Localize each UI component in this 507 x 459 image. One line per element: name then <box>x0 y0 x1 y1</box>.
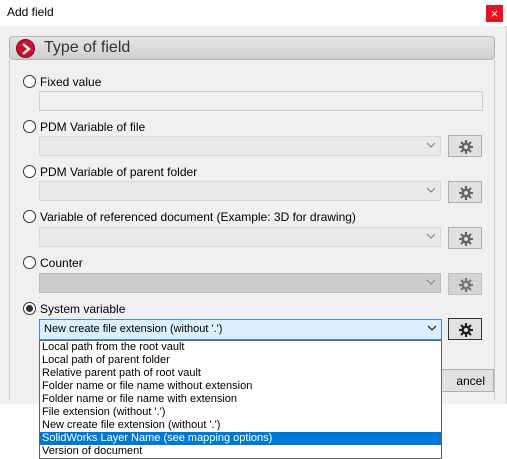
dropdown-item[interactable]: Folder name or file name with extension <box>40 393 441 406</box>
gear-icon <box>459 232 473 246</box>
close-icon: × <box>490 6 499 21</box>
option-label-variable-referenced-document: Variable of referenced document (Example… <box>40 210 356 224</box>
pdm-variable-file-settings-button[interactable] <box>448 135 482 157</box>
option-label-pdm-variable-file: PDM Variable of file <box>40 120 146 134</box>
radio-pdm-variable-parent-folder[interactable] <box>23 165 36 178</box>
option-label-pdm-variable-parent-folder: PDM Variable of parent folder <box>40 165 198 179</box>
counter-settings-button[interactable] <box>448 273 482 295</box>
chevron-right-icon <box>16 39 35 58</box>
gear-icon <box>459 278 473 292</box>
dropdown-item[interactable]: File extension (without '.') <box>40 406 441 419</box>
pdm-variable-parent-folder-settings-button[interactable] <box>448 181 482 203</box>
option-label-counter: Counter <box>40 256 83 270</box>
pdm-variable-parent-folder-dropdown[interactable] <box>39 181 441 201</box>
chevron-down-icon <box>426 233 436 239</box>
counter-dropdown[interactable] <box>39 273 441 293</box>
system-variable-settings-button[interactable] <box>448 318 482 340</box>
gear-icon <box>459 323 473 337</box>
pdm-variable-file-dropdown[interactable] <box>39 136 441 156</box>
dropdown-item[interactable]: Version of document <box>40 445 441 458</box>
chevron-down-icon <box>427 325 437 331</box>
group-title: Type of field <box>44 39 131 56</box>
dropdown-item[interactable]: Local path from the root vault <box>40 341 441 354</box>
radio-fixed-value[interactable] <box>23 75 36 88</box>
close-button[interactable]: × <box>486 5 503 22</box>
variable-referenced-document-settings-button[interactable] <box>448 227 482 249</box>
chevron-down-icon <box>426 279 436 285</box>
window-title: Add field <box>7 5 54 19</box>
dropdown-item[interactable]: Folder name or file name without extensi… <box>40 380 441 393</box>
cancel-button[interactable]: ancel <box>434 369 494 392</box>
radio-pdm-variable-file[interactable] <box>23 120 36 133</box>
dropdown-item-highlighted[interactable]: SolidWorks Layer Name (see mapping optio… <box>40 432 441 445</box>
radio-system-variable[interactable] <box>23 302 36 315</box>
gear-icon <box>459 186 473 200</box>
fixed-value-input[interactable] <box>39 91 483 111</box>
group-header: Type of field <box>9 36 495 60</box>
gear-icon <box>459 140 473 154</box>
system-variable-dropdown[interactable]: New create file extension (without '.') <box>39 319 442 340</box>
cancel-label: ancel <box>456 374 485 388</box>
chevron-down-icon <box>426 187 436 193</box>
option-label-system-variable: System variable <box>40 302 126 316</box>
dropdown-item[interactable]: New create file extension (without '.') <box>40 419 441 432</box>
radio-variable-referenced-document[interactable] <box>23 210 36 223</box>
title-bar: Add field × <box>0 0 507 26</box>
chevron-down-icon <box>426 142 436 148</box>
system-variable-dropdown-list: Local path from the root vault Local pat… <box>39 340 442 459</box>
radio-counter[interactable] <box>23 256 36 269</box>
system-variable-value: New create file extension (without '.') <box>44 323 223 335</box>
dropdown-item[interactable]: Local path of parent folder <box>40 354 441 367</box>
option-label-fixed-value: Fixed value <box>40 75 102 89</box>
variable-referenced-document-dropdown[interactable] <box>39 227 441 247</box>
dropdown-item[interactable]: Relative parent path of root vault <box>40 367 441 380</box>
